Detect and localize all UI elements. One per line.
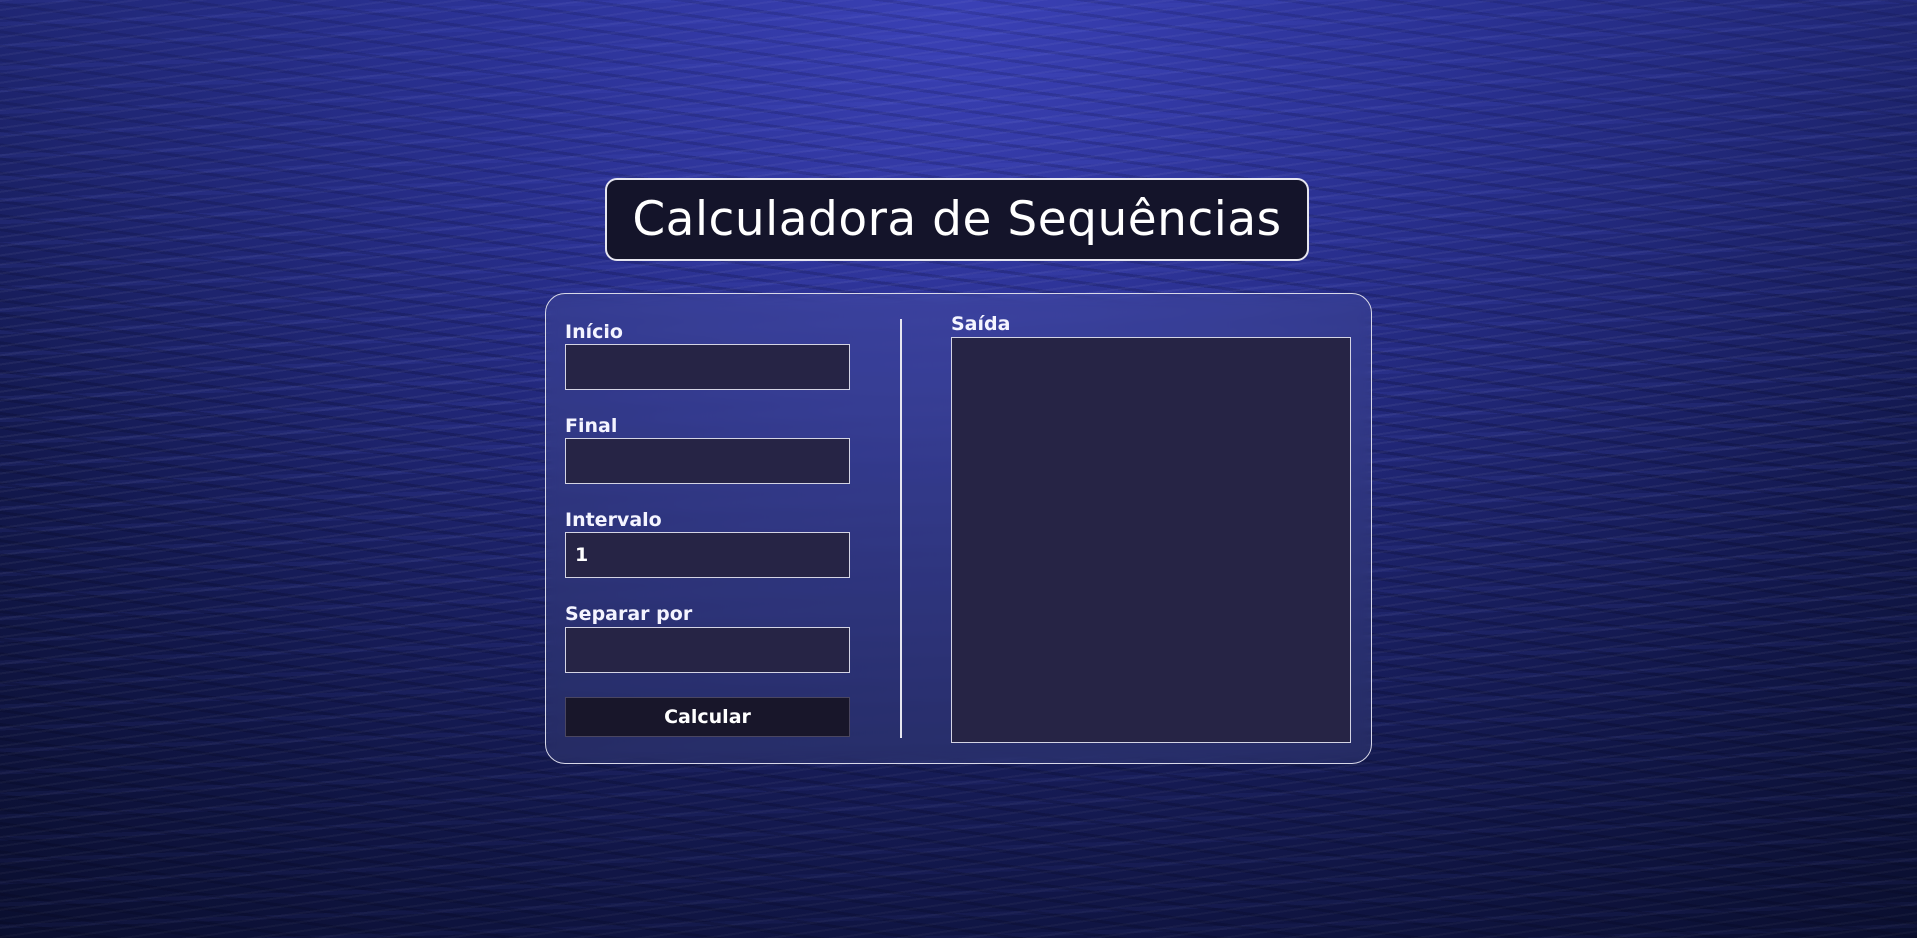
calculate-button[interactable]: Calcular: [565, 697, 850, 737]
interval-label: Intervalo: [565, 509, 662, 531]
separator-label: Separar por: [565, 603, 693, 625]
end-label: Final: [565, 415, 618, 437]
start-input[interactable]: [565, 344, 850, 390]
output-textarea[interactable]: [951, 337, 1351, 743]
end-input[interactable]: [565, 438, 850, 484]
start-label: Início: [565, 321, 623, 343]
output-label: Saída: [951, 313, 1011, 335]
title-banner: Calculadora de Sequências: [605, 178, 1309, 261]
panel-divider: [900, 319, 902, 738]
interval-input[interactable]: [565, 532, 850, 578]
page-title: Calculadora de Sequências: [632, 192, 1282, 247]
separator-input[interactable]: [565, 627, 850, 673]
